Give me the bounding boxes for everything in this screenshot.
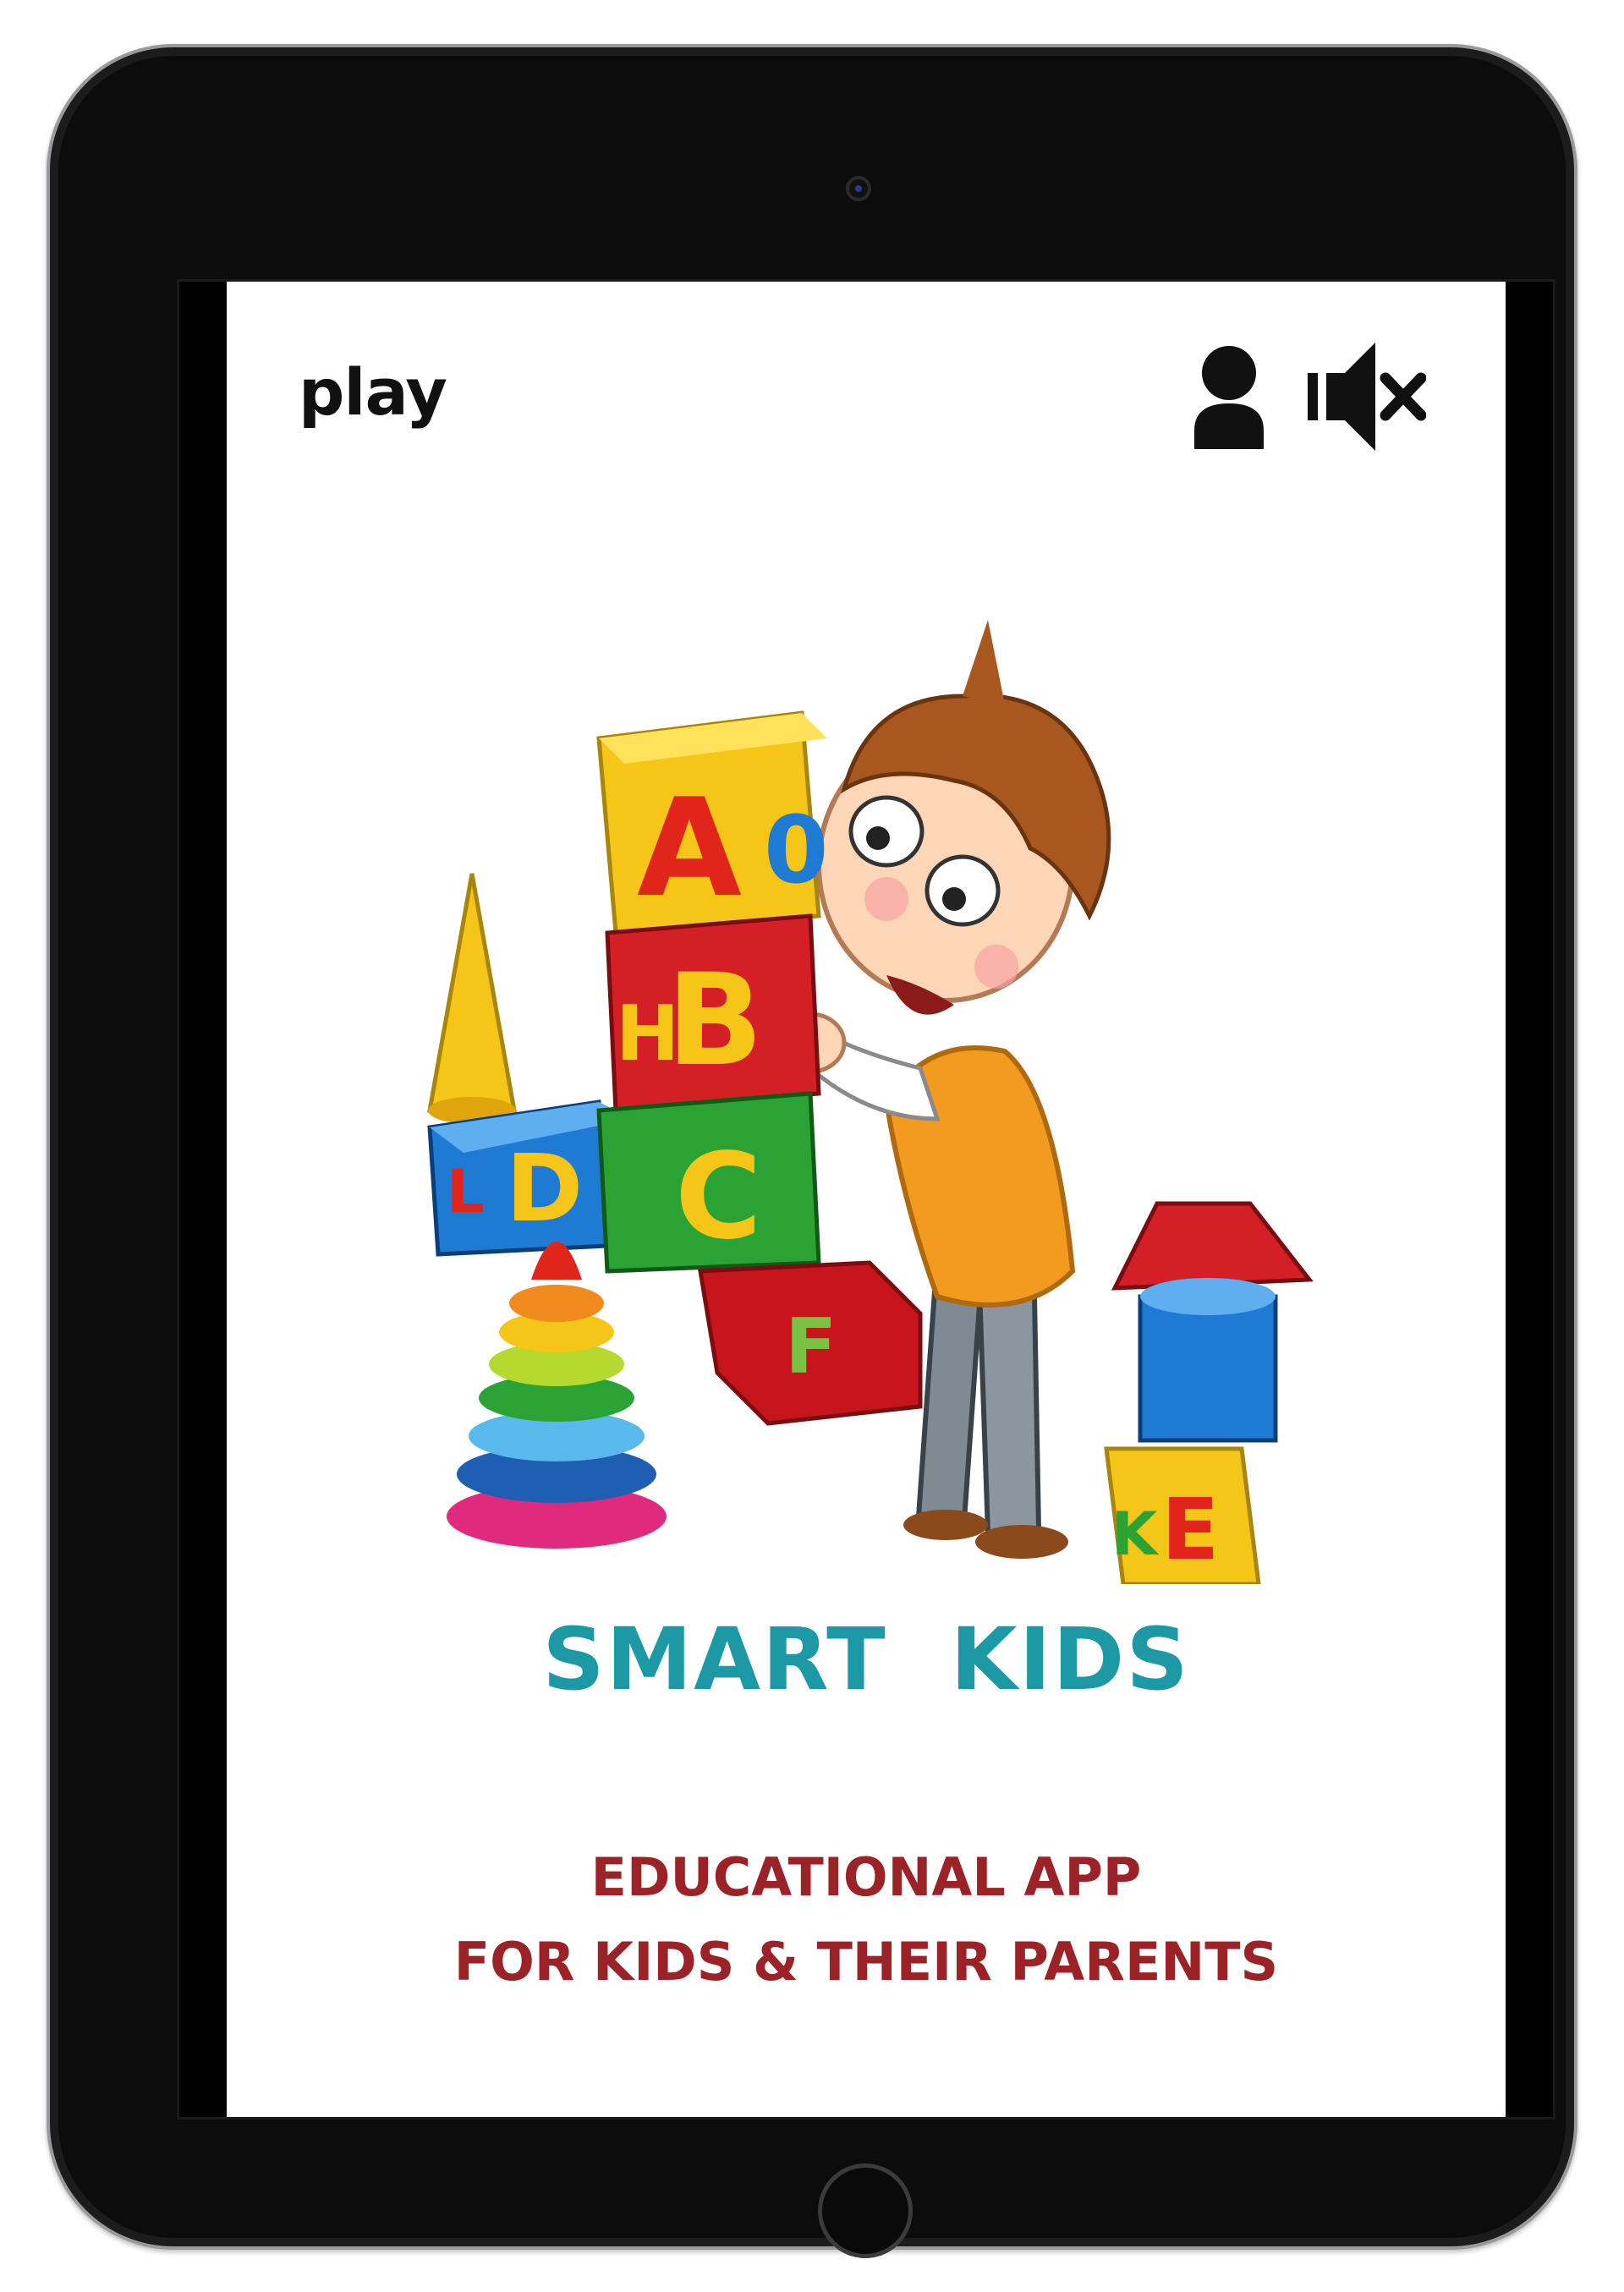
svg-text:A: A	[637, 769, 742, 927]
app-splash-screen: play D L A 0 B H C F E K SMART KIDS EDUC…	[227, 282, 1506, 2117]
ring-stacking-toy	[447, 1242, 667, 1549]
tagline-line-2: FOR KIDS & THEIR PARENTS	[453, 1931, 1279, 1993]
svg-text:H: H	[616, 990, 679, 1078]
red-block-b: B H	[605, 913, 821, 1113]
yellow-block-ke: E K	[1104, 1446, 1261, 1584]
tagline-line-1: EDUCATIONAL APP	[590, 1846, 1142, 1908]
svg-text:D: D	[506, 1134, 583, 1242]
svg-text:K: K	[1111, 1500, 1160, 1569]
yellow-cone	[427, 873, 517, 1124]
svg-text:F: F	[785, 1302, 837, 1391]
tablet-frame: play D L A 0 B H C F E K SMART KIDS EDUC…	[47, 44, 1577, 2258]
tablet-screen: play D L A 0 B H C F E K SMART KIDS EDUC…	[177, 279, 1555, 2119]
red-roof-block	[1111, 1201, 1314, 1291]
play-button[interactable]: play	[299, 354, 447, 430]
red-block-f: F	[698, 1260, 923, 1426]
front-camera	[846, 176, 871, 201]
svg-text:L: L	[447, 1157, 485, 1226]
user-icon[interactable]	[1191, 343, 1267, 449]
home-button[interactable]	[818, 2163, 913, 2258]
kid-blocks-illustration: D L A 0 B H C F E K	[427, 620, 1314, 1584]
yellow-block-a: A 0	[596, 710, 829, 935]
speaker-muted-icon[interactable]	[1308, 337, 1426, 456]
svg-text:0: 0	[764, 796, 829, 904]
svg-text:C: C	[675, 1128, 762, 1266]
blue-cylinder	[1138, 1278, 1278, 1443]
svg-text:B: B	[667, 947, 763, 1094]
app-title: SMART KIDS	[542, 1609, 1190, 1710]
svg-text:E: E	[1161, 1480, 1219, 1579]
green-block-c: C	[596, 1091, 821, 1274]
